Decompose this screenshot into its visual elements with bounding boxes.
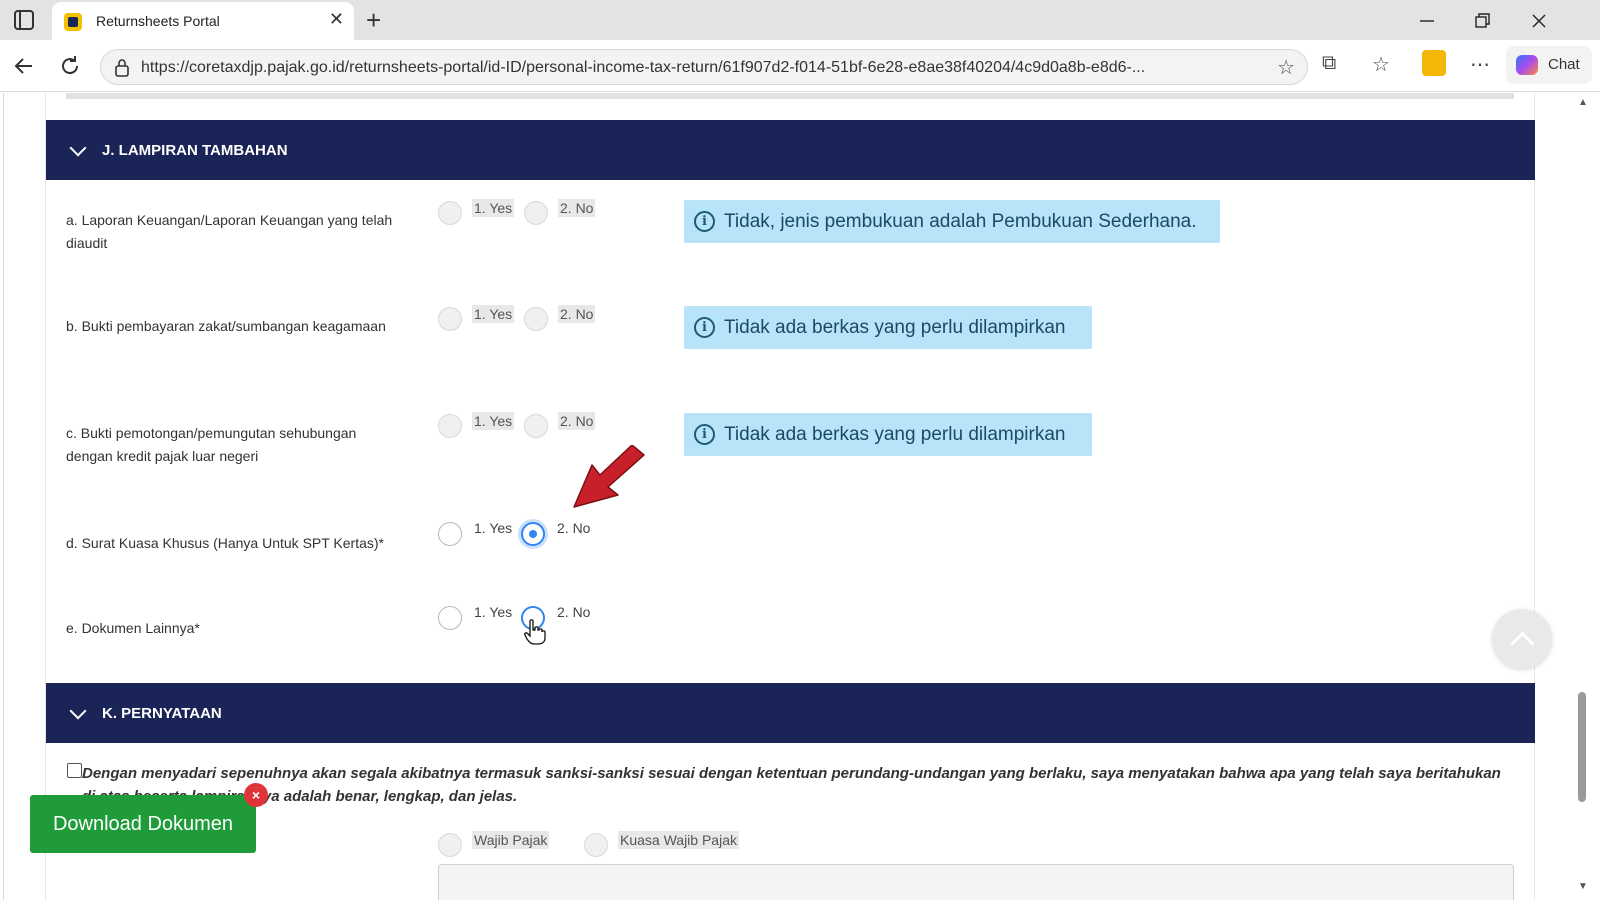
favorite-star-icon[interactable]: ☆ <box>1277 55 1295 80</box>
question-a-info-text: Tidak, jenis pembukuan adalah Pembukuan … <box>724 211 1197 232</box>
question-a-yes-label: 1. Yes <box>472 199 515 217</box>
declaration-checkbox[interactable] <box>67 763 82 778</box>
annotation-arrow-icon <box>573 445 645 508</box>
declaration-text: Dengan menyadari sepenuhnya akan segala … <box>82 765 1501 805</box>
question-d-no-label[interactable]: 2. No <box>555 519 592 537</box>
url-text[interactable]: https://coretaxdjp.pajak.go.id/returnshe… <box>141 59 1261 77</box>
question-a-yes-radio <box>438 201 462 225</box>
minimize-icon[interactable] <box>1418 12 1436 30</box>
question-e-yes-radio[interactable] <box>438 606 462 630</box>
question-c-no-radio <box>524 414 548 438</box>
question-b-no-label: 2. No <box>558 305 596 323</box>
question-a-no-label: 2. No <box>558 199 596 217</box>
question-c-info-box: i Tidak ada berkas yang perlu dilampirka… <box>684 413 1092 456</box>
browser-tab[interactable]: Returnsheets Portal ✕ <box>52 2 354 40</box>
question-d-label: d. Surat Kuasa Khusus (Hanya Untuk SPT K… <box>66 535 385 551</box>
question-b-label: b. Bukti pembayaran zakat/sumbangan keag… <box>66 318 386 334</box>
question-c-no-label: 2. No <box>558 412 596 430</box>
back-icon[interactable] <box>12 54 36 78</box>
question-e-yes-label[interactable]: 1. Yes <box>472 603 514 621</box>
signer-taxpayer-radio <box>438 833 462 857</box>
info-icon: i <box>694 211 715 232</box>
section-j-title: J. LAMPIRAN TAMBAHAN <box>102 142 288 159</box>
new-tab-button[interactable]: + <box>366 5 381 36</box>
browser-title-bar: Returnsheets Portal ✕ + <box>0 0 1600 40</box>
signer-id-field[interactable] <box>438 864 1514 900</box>
question-e-no-label[interactable]: 2. No <box>555 603 592 621</box>
question-d-yes-radio[interactable] <box>438 522 462 546</box>
section-k-header[interactable]: K. PERNYATAAN <box>46 683 1535 743</box>
question-b-info-text: Tidak ada berkas yang perlu dilampirkan <box>724 317 1066 338</box>
signer-proxy-label: Kuasa Wajib Pajak <box>618 831 739 849</box>
question-a-no-radio <box>524 201 548 225</box>
page-scrollbar[interactable]: ▲ ▼ <box>1568 93 1600 900</box>
signer-proxy-radio <box>584 833 608 857</box>
page-edge <box>3 93 4 900</box>
signer-taxpayer-label: Wajib Pajak <box>472 831 550 849</box>
scroll-down-icon[interactable]: ▼ <box>1578 881 1588 892</box>
question-c-yes-label: 1. Yes <box>472 412 515 430</box>
scrollbar-thumb[interactable] <box>1578 692 1586 802</box>
section-j-header[interactable]: J. LAMPIRAN TAMBAHAN <box>46 120 1535 180</box>
calculator-icon[interactable] <box>1422 50 1446 76</box>
question-c-label: c. Bukti pemotongan/pemungutan sehubunga… <box>66 425 357 464</box>
scroll-to-top-button[interactable] <box>1492 609 1552 669</box>
copilot-icon <box>1516 55 1538 75</box>
download-close-icon[interactable]: × <box>244 783 268 807</box>
question-c-info-text: Tidak ada berkas yang perlu dilampirkan <box>724 424 1066 445</box>
question-b-info-box: i Tidak ada berkas yang perlu dilampirka… <box>684 306 1092 349</box>
tab-title: Returnsheets Portal <box>96 13 220 29</box>
question-d-yes-label[interactable]: 1. Yes <box>472 519 514 537</box>
extensions-icon[interactable]: ⧉ <box>1322 52 1336 75</box>
question-e-label: e. Dokumen Lainnya* <box>66 620 200 636</box>
more-icon[interactable]: ⋯ <box>1470 52 1490 77</box>
sidebar-icon[interactable] <box>14 10 34 30</box>
question-b-yes-label: 1. Yes <box>472 305 515 323</box>
question-b-no-radio <box>524 307 548 331</box>
info-icon: i <box>694 424 715 445</box>
hand-cursor-icon <box>524 619 546 645</box>
chevron-down-icon[interactable] <box>69 702 87 720</box>
question-a-info-box: i Tidak, jenis pembukuan adalah Pembukua… <box>684 200 1220 243</box>
question-d-no-radio[interactable] <box>521 522 545 546</box>
refresh-icon[interactable] <box>58 54 82 78</box>
tab-favicon-icon <box>64 13 82 31</box>
question-b-yes-radio <box>438 307 462 331</box>
copilot-chat-button[interactable]: Chat <box>1506 46 1592 84</box>
page-viewport: J. LAMPIRAN TAMBAHAN a. Laporan Keuangan… <box>0 93 1600 900</box>
info-icon: i <box>694 317 715 338</box>
lock-icon[interactable] <box>113 58 131 78</box>
question-a-label: a. Laporan Keuangan/Laporan Keuangan yan… <box>66 212 393 251</box>
close-icon[interactable] <box>1530 12 1548 30</box>
tab-close-icon[interactable]: ✕ <box>329 9 344 30</box>
favorites-icon[interactable]: ☆ <box>1372 52 1390 77</box>
address-toolbar: https://coretaxdjp.pajak.go.id/returnshe… <box>0 40 1600 92</box>
previous-section-bottom <box>66 93 1514 99</box>
question-c-yes-radio <box>438 414 462 438</box>
chat-label: Chat <box>1548 56 1580 73</box>
download-document-button[interactable]: Download Dokumen <box>30 795 256 853</box>
chevron-down-icon[interactable] <box>69 139 87 157</box>
scroll-up-icon[interactable]: ▲ <box>1578 97 1588 108</box>
section-k-title: K. PERNYATAAN <box>102 705 222 722</box>
restore-icon[interactable] <box>1474 12 1492 30</box>
address-bar[interactable]: https://coretaxdjp.pajak.go.id/returnshe… <box>100 49 1308 85</box>
